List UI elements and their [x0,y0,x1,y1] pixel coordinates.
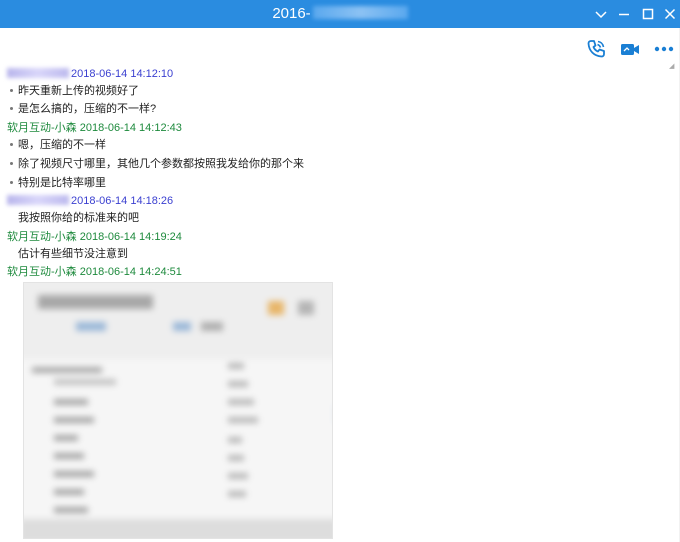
message-header: 软月互动-小森 2018-06-14 14:12:43 [7,120,182,136]
message-text: 是怎么搞的，压缩的不一样? [10,101,156,118]
blurred-screenshot-image [24,283,332,538]
sender-name-blurred [7,68,69,78]
video-camera-icon[interactable] [619,38,641,60]
message-content: 昨天重新上传的视频好了 [18,85,139,97]
bullet-icon [10,88,13,92]
message-header: 2018-06-14 14:12:10 [7,66,173,82]
sender-name: 软月互动-小森 [7,122,77,134]
message-time: 2018-06-14 14:19:24 [79,231,182,243]
sender-name: 软月互动-小森 [7,231,77,243]
sender-name: 软月互动-小森 [7,266,77,278]
bullet-icon [10,142,13,146]
bullet-icon [10,106,13,110]
message-header: 软月互动-小森 2018-06-14 14:19:24 [7,229,182,245]
close-icon[interactable] [660,4,680,24]
bullet-icon [10,180,13,184]
image-attachment[interactable] [23,282,333,539]
message-text: 估计有些细节没注意到 [18,246,128,263]
resize-marker-icon: ◢ [669,63,675,70]
message-text: 我按照你给的标准来的吧 [18,210,139,227]
message-header: 2018-06-14 14:18:26 [7,193,173,209]
sender-name-blurred [7,195,69,205]
message-content: 估计有些细节没注意到 [18,248,128,260]
message-content: 是怎么搞的，压缩的不一样? [18,103,157,115]
collapse-chevron-icon[interactable] [591,4,611,24]
phone-icon[interactable] [585,38,607,60]
bullet-icon [10,161,13,165]
message-content: 嗯，压缩的不一样 [18,139,106,151]
message-header: 软月互动-小森 2018-06-14 14:24:51 [7,264,182,280]
message-content: 除了视频尺寸哪里，其他几个参数都按照我发给你的那个来 [18,158,304,170]
message-text: 除了视频尺寸哪里，其他几个参数都按照我发给你的那个来 [10,156,304,173]
message-text: 嗯，压缩的不一样 [10,137,106,154]
more-icon[interactable] [653,38,675,60]
minimize-icon[interactable] [614,4,634,24]
message-text: 昨天重新上传的视频好了 [10,83,139,100]
message-text: 特别是比特率哪里 [10,175,106,192]
window-title-text: 2016- [272,5,311,22]
message-time: 2018-06-14 14:18:26 [71,195,174,207]
message-time: 2018-06-14 14:12:10 [71,68,174,80]
message-content: 特别是比特率哪里 [18,177,106,189]
message-time: 2018-06-14 14:12:43 [79,122,182,134]
window-title-blurred-part [312,6,408,19]
maximize-icon[interactable] [638,4,658,24]
window-title: 2016- [0,0,680,28]
message-time: 2018-06-14 14:24:51 [79,266,182,278]
message-content: 我按照你给的标准来的吧 [18,212,139,224]
